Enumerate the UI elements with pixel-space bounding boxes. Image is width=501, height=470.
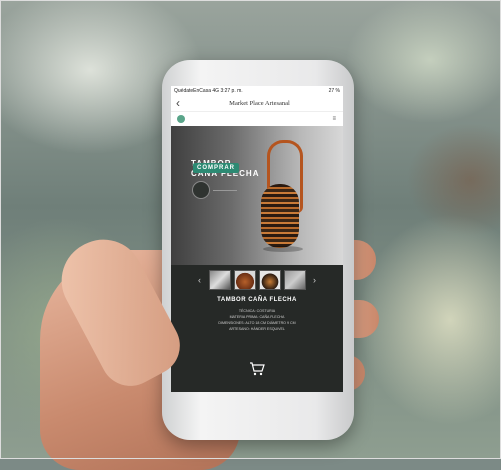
- image-frame: [0, 0, 501, 459]
